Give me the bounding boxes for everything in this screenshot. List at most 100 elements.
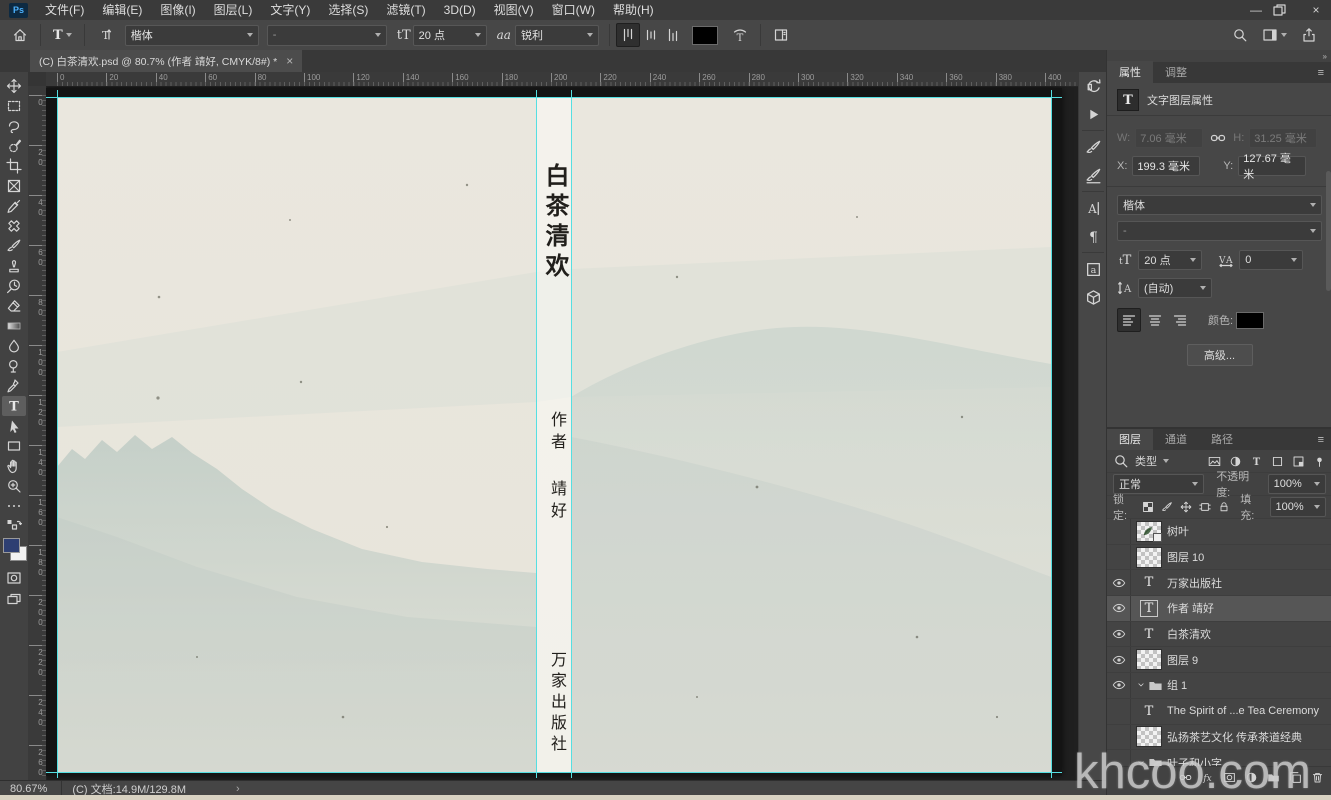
layer-row-1[interactable]: 图层 10 (1107, 544, 1331, 571)
status-expand-icon[interactable]: › (196, 783, 240, 795)
brushes-panel-icon[interactable] (1079, 161, 1107, 189)
layer-name[interactable]: 组 1 (1167, 677, 1187, 693)
eyedropper-tool[interactable] (2, 196, 26, 216)
menu-item-8[interactable]: 视图(V) (485, 0, 543, 20)
layer-name[interactable]: 万家出版社 (1167, 575, 1222, 591)
lock-paint-icon[interactable] (1161, 501, 1173, 513)
layer-name[interactable]: 图层 10 (1167, 549, 1204, 565)
lasso-tool[interactable] (2, 116, 26, 136)
guide-right[interactable] (1051, 90, 1052, 778)
marquee-tool[interactable] (2, 96, 26, 116)
x-field[interactable]: 199.3 毫米 (1132, 156, 1201, 176)
menu-item-10[interactable]: 帮助(H) (604, 0, 663, 20)
advanced-button[interactable]: 高级... (1186, 344, 1253, 366)
panel-menu-icon[interactable]: ≡ (1310, 67, 1331, 83)
type-tool[interactable]: T (2, 396, 26, 416)
blur-tool[interactable] (2, 336, 26, 356)
type-tool-preset-icon[interactable]: T (53, 28, 72, 43)
font-size-select[interactable]: 20 点 (412, 24, 487, 46)
menu-item-5[interactable]: 选择(S) (319, 0, 377, 20)
lock-all-icon[interactable] (1218, 501, 1230, 513)
layer-name[interactable]: 白茶清欢 (1167, 626, 1211, 642)
menu-item-3[interactable]: 图层(L) (205, 0, 262, 20)
tab-channels[interactable]: 通道 (1153, 428, 1199, 450)
filter-toggle-icon[interactable] (1313, 455, 1326, 468)
history-brush-tool[interactable] (2, 276, 26, 296)
text-color-swatch[interactable] (691, 25, 718, 45)
guide-left[interactable] (57, 90, 58, 778)
spine-author-text[interactable]: 作者 靖好 (545, 411, 569, 524)
zoom-tool[interactable] (2, 476, 26, 496)
smartobject-filter-icon[interactable] (1292, 455, 1305, 468)
layer-name[interactable]: 作者 靖好 (1167, 600, 1214, 616)
lock-position-icon[interactable] (1180, 501, 1192, 513)
paragraph-panel-icon[interactable]: ¶ (1079, 222, 1107, 250)
character-panel-icon[interactable]: A (1079, 194, 1107, 222)
spine-publisher-text[interactable]: 万家出版社 (545, 651, 569, 756)
tab-layers[interactable]: 图层 (1107, 428, 1153, 450)
props-size-select[interactable]: 20 点 (1138, 250, 1203, 270)
lock-artboard-icon[interactable] (1199, 501, 1211, 513)
clone-stamp-tool[interactable] (2, 256, 26, 276)
props-align-right-button[interactable] (1169, 309, 1191, 331)
y-field[interactable]: 127.67 毫米 (1238, 153, 1307, 181)
hand-tool[interactable] (2, 456, 26, 476)
home-icon[interactable] (12, 27, 28, 43)
filter-type-label[interactable]: 类型 (1135, 453, 1157, 469)
lock-transparency-icon[interactable] (1142, 501, 1154, 513)
delete-layer-icon[interactable] (1311, 771, 1324, 784)
menu-item-7[interactable]: 3D(D) (435, 0, 485, 20)
foreground-background-swatches[interactable] (2, 538, 27, 564)
dodge-tool[interactable] (2, 356, 26, 376)
font-family-select[interactable]: 楷体 (124, 24, 259, 46)
close-tab-icon[interactable]: × (286, 54, 293, 68)
menu-item-9[interactable]: 窗口(W) (543, 0, 604, 20)
align-bottom-button[interactable] (662, 24, 684, 46)
props-color-swatch[interactable] (1236, 311, 1265, 329)
layer-visibility-empty[interactable] (1107, 544, 1131, 570)
warp-text-icon[interactable]: T (732, 27, 748, 43)
glyphs-panel-icon[interactable]: a (1079, 255, 1107, 283)
menu-item-0[interactable]: 文件(F) (36, 0, 93, 20)
menu-item-4[interactable]: 文字(Y) (261, 0, 319, 20)
layer-name[interactable]: 弘扬茶艺文化 传承茶道经典 (1167, 729, 1302, 745)
guide-bottom[interactable] (46, 772, 1062, 773)
align-center-button[interactable] (640, 24, 662, 46)
move-tool[interactable] (2, 76, 26, 96)
link-dimensions-icon[interactable] (1210, 130, 1226, 146)
layer-row-6[interactable]: 组 1 (1107, 673, 1331, 699)
horizontal-ruler[interactable]: 0 20 40 60 80 100 120 140 160 180 200 220 240 260 280 3… (46, 72, 1078, 87)
align-top-button[interactable] (615, 23, 640, 47)
props-font-style-select[interactable]: - (1117, 221, 1322, 241)
document-viewport[interactable]: 白茶清欢 作者 靖好 万家出版社 (46, 86, 1078, 780)
tab-properties[interactable]: 属性 (1107, 61, 1153, 83)
properties-scrollbar[interactable] (1326, 171, 1331, 291)
layer-name[interactable]: 图层 9 (1167, 652, 1198, 668)
libraries-panel-icon[interactable] (1079, 283, 1107, 311)
menu-item-6[interactable]: 滤镜(T) (377, 0, 434, 20)
filter-search-icon[interactable] (1113, 453, 1129, 469)
healing-brush-tool[interactable] (2, 216, 26, 236)
screen-mode-icon[interactable] (2, 590, 26, 610)
layer-name[interactable]: 树叶 (1167, 523, 1189, 539)
shape-filter-icon[interactable] (1271, 455, 1284, 468)
leading-select[interactable]: (自动) (1138, 278, 1212, 298)
anti-alias-select[interactable]: 锐利 (514, 24, 599, 46)
history-panel-icon[interactable] (1079, 72, 1107, 100)
fill-select[interactable]: 100% (1269, 497, 1327, 517)
layer-row-3[interactable]: T 作者 靖好 (1107, 596, 1331, 622)
quick-selection-tool[interactable] (2, 136, 26, 156)
minimize-icon[interactable]: — (1241, 0, 1271, 20)
zoom-level-field[interactable]: 80.67% (0, 783, 61, 795)
close-icon[interactable]: × (1301, 0, 1331, 20)
layer-visibility-eye-icon[interactable] (1107, 673, 1131, 698)
layers-panel-menu-icon[interactable]: ≡ (1310, 434, 1331, 450)
toggle-panels-icon[interactable] (773, 27, 789, 43)
layer-row-0[interactable]: 树叶 (1107, 519, 1331, 545)
share-icon[interactable] (1301, 27, 1317, 43)
layer-visibility-eye-icon[interactable] (1107, 570, 1131, 596)
menu-item-2[interactable]: 图像(I) (151, 0, 204, 20)
layer-visibility-eye-icon[interactable] (1107, 596, 1131, 621)
guide-top[interactable] (46, 97, 1062, 98)
brush-tool[interactable] (2, 236, 26, 256)
